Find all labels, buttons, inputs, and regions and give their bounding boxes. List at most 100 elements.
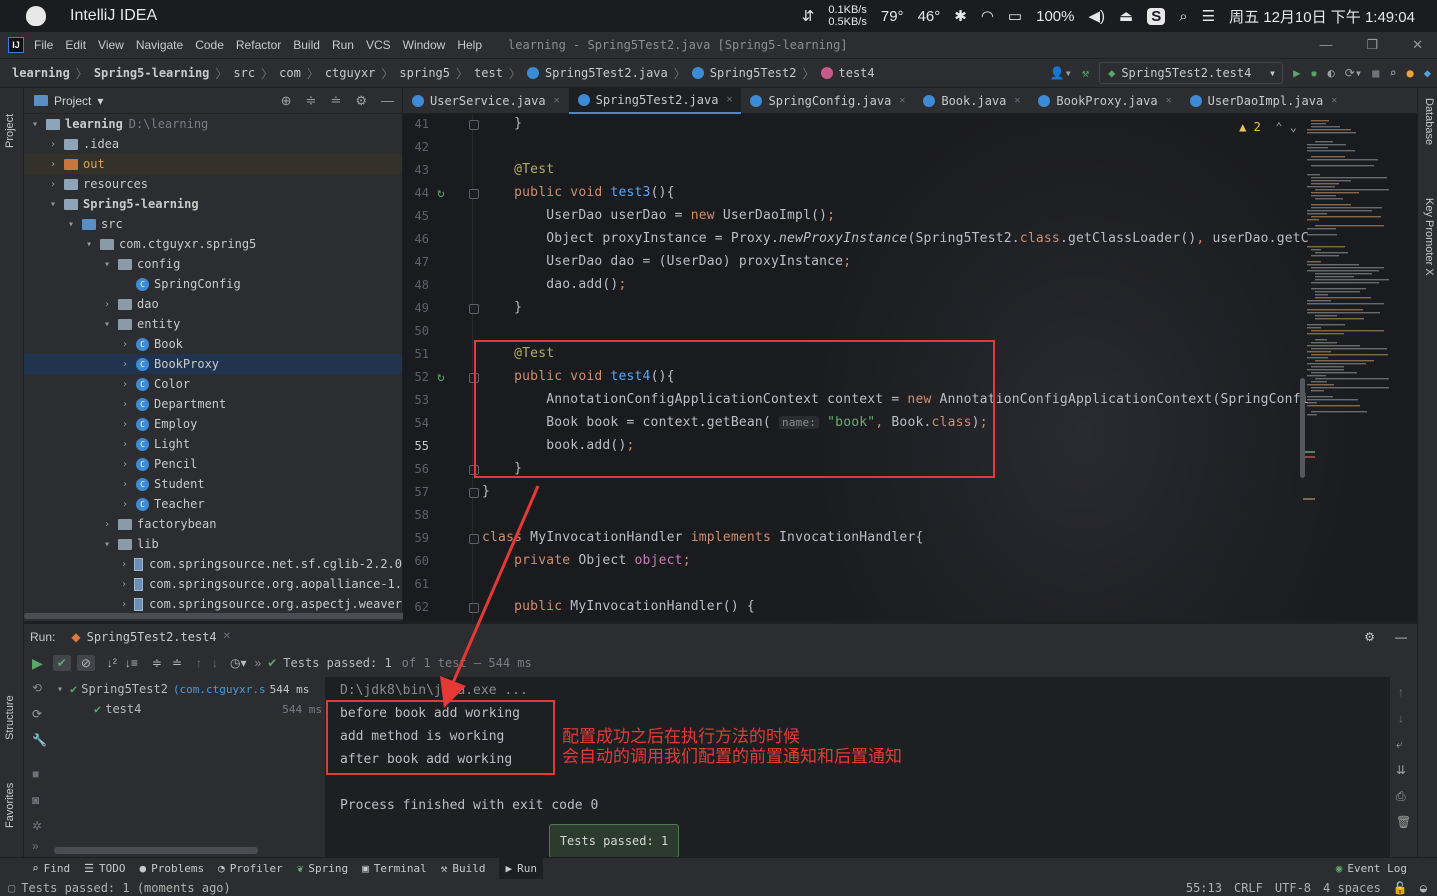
- expand-arrow-icon[interactable]: ▾: [48, 199, 58, 210]
- key-promoter-tool-tab[interactable]: Key Promoter X: [1423, 198, 1435, 276]
- test-class-row[interactable]: ▾ ✔ Spring5Test2 (com.ctguyxr.s 544 ms: [54, 679, 326, 699]
- tree-item-entity[interactable]: ▾ entity: [24, 314, 402, 334]
- input-icon[interactable]: ⇵: [802, 7, 815, 25]
- expand-arrow-icon[interactable]: ›: [120, 479, 130, 490]
- expand-arrow-icon[interactable]: ›: [120, 499, 130, 510]
- coverage-icon[interactable]: ◐: [1328, 66, 1335, 80]
- menu-help[interactable]: Help: [457, 38, 482, 52]
- breadcrumb-spring5[interactable]: spring5: [399, 66, 450, 80]
- tree-item-springconfig[interactable]: C SpringConfig: [24, 274, 402, 294]
- rerun-failed-icon[interactable]: ⟲: [32, 681, 42, 695]
- close-icon[interactable]: ✕: [1412, 37, 1423, 53]
- tab-springconfig[interactable]: SpringConfig.java ✕: [741, 88, 914, 114]
- tree-item-light[interactable]: › C Light: [24, 434, 402, 454]
- close-tab-icon[interactable]: ✕: [899, 95, 905, 106]
- minimize-icon[interactable]: —: [1319, 37, 1332, 53]
- menu-navigate[interactable]: Navigate: [136, 38, 183, 52]
- tab-bookproxy[interactable]: BookProxy.java ✕: [1029, 88, 1180, 114]
- profile-icon[interactable]: ⟳▾: [1345, 66, 1362, 80]
- tree-item-bookproxy[interactable]: › C BookProxy: [24, 354, 402, 374]
- tree-item-out[interactable]: › out: [24, 154, 402, 174]
- close-tab-icon[interactable]: ✕: [1331, 95, 1337, 106]
- expand-arrow-icon[interactable]: ▾: [30, 119, 40, 130]
- hide-icon[interactable]: —: [381, 93, 394, 109]
- close-tab-icon[interactable]: ✕: [554, 95, 560, 106]
- breadcrumb-learning[interactable]: learning: [12, 66, 70, 80]
- s-app-icon[interactable]: S: [1147, 7, 1166, 25]
- tree-item-src[interactable]: ▾ src: [24, 214, 402, 234]
- run-configuration-select[interactable]: ◆ Spring5Test2.test4 ▾: [1099, 62, 1284, 84]
- close-tab-icon[interactable]: ✕: [726, 94, 732, 105]
- fold-marker-icon[interactable]: [469, 189, 479, 199]
- tree-item-color[interactable]: › C Color: [24, 374, 402, 394]
- eject-icon[interactable]: ⏏: [1119, 7, 1133, 25]
- history-icon[interactable]: ◷▾: [230, 656, 247, 670]
- plugin-icon[interactable]: ◆: [1424, 66, 1431, 80]
- sort-alpha-icon[interactable]: ↓²: [107, 656, 117, 670]
- chevron-down-icon[interactable]: ▾: [54, 684, 66, 695]
- tab-book[interactable]: Book.java ✕: [914, 88, 1029, 114]
- tree-item-com-springsource-org-aspectj-weaver[interactable]: › com.springsource.org.aspectj.weaver: [24, 594, 402, 614]
- expand-arrow-icon[interactable]: ▾: [102, 259, 112, 270]
- test-method-row[interactable]: ✔ test4 544 ms: [54, 699, 326, 719]
- code-line-45[interactable]: UserDao userDao = new UserDaoImpl();: [482, 208, 835, 223]
- expand-arrow-icon[interactable]: ›: [120, 579, 128, 590]
- code-line-46[interactable]: Object proxyInstance = Proxy.newProxyIns…: [482, 231, 1309, 246]
- menu-window[interactable]: Window: [403, 38, 446, 52]
- file-encoding[interactable]: UTF-8: [1275, 881, 1311, 895]
- expand-arrow-icon[interactable]: ›: [102, 299, 112, 310]
- expand-all-icon[interactable]: ≑: [306, 93, 317, 109]
- tree-item-com-springsource-net-sf-cglib-2-2-0[interactable]: › com.springsource.net.sf.cglib-2.2.0: [24, 554, 402, 574]
- menu-view[interactable]: View: [98, 38, 124, 52]
- tree-item-dao[interactable]: › dao: [24, 294, 402, 314]
- breadcrumb-test[interactable]: test: [474, 66, 503, 80]
- indent-setting[interactable]: 4 spaces: [1323, 881, 1381, 895]
- editor-vertical-scrollbar[interactable]: [1300, 378, 1305, 478]
- display-icon[interactable]: ▭: [1008, 7, 1022, 25]
- wifi-icon[interactable]: ◠: [981, 7, 994, 25]
- tests-passed-toast[interactable]: Tests passed: 1: [549, 824, 679, 858]
- breadcrumb-com[interactable]: com: [279, 66, 301, 80]
- event-log-tool[interactable]: ◉ Event Log: [1336, 862, 1407, 875]
- control-center-icon[interactable]: ☰: [1202, 7, 1215, 25]
- next-failed-icon[interactable]: ↓: [212, 656, 218, 670]
- code-line-49[interactable]: }: [482, 300, 522, 315]
- scroll-to-end-icon[interactable]: ⇊: [1396, 763, 1406, 777]
- tree-item-config[interactable]: ▾ config: [24, 254, 402, 274]
- close-tab-icon[interactable]: ✕: [1014, 95, 1020, 106]
- run-icon[interactable]: ▶: [1293, 66, 1300, 80]
- expand-arrow-icon[interactable]: ▾: [84, 239, 94, 250]
- user-icon[interactable]: 👤▾: [1050, 66, 1072, 80]
- expand-arrow-icon[interactable]: ›: [120, 419, 130, 430]
- search-everywhere-icon[interactable]: ⌕: [1389, 66, 1396, 80]
- fold-marker-icon[interactable]: [469, 120, 479, 130]
- rerun-icon[interactable]: ▶: [32, 655, 43, 672]
- gear-icon[interactable]: ⚙: [1364, 630, 1375, 644]
- run-test-gutter-icon[interactable]: ↻: [437, 370, 451, 385]
- tree-item-employ[interactable]: › C Employ: [24, 414, 402, 434]
- sort-duration-icon[interactable]: ↓≡: [125, 656, 138, 670]
- toggle-panels-icon[interactable]: ▢: [8, 881, 15, 895]
- find-tool[interactable]: ⌕ Find: [32, 862, 70, 875]
- expand-arrow-icon[interactable]: ›: [120, 339, 130, 350]
- code-line-41[interactable]: }: [482, 116, 522, 131]
- lock-icon[interactable]: 🔓: [1393, 881, 1408, 895]
- tree-item-factorybean[interactable]: › factorybean: [24, 514, 402, 534]
- favorites-tool-tab[interactable]: Favorites: [4, 783, 16, 828]
- expand-arrow-icon[interactable]: ›: [48, 179, 58, 190]
- close-tab-icon[interactable]: ✕: [223, 631, 231, 642]
- run-test-gutter-icon[interactable]: ↻: [437, 186, 451, 201]
- code-line-43[interactable]: @Test: [482, 162, 554, 177]
- stop-icon[interactable]: ■: [1372, 66, 1379, 80]
- tree-item-student[interactable]: › C Student: [24, 474, 402, 494]
- expand-arrow-icon[interactable]: ›: [120, 459, 130, 470]
- close-tab-icon[interactable]: ✕: [1166, 95, 1172, 106]
- code-line-48[interactable]: dao.add();: [482, 277, 627, 292]
- code-line-47[interactable]: UserDao dao = (UserDao) proxyInstance;: [482, 254, 851, 269]
- tree-item-teacher[interactable]: › C Teacher: [24, 494, 402, 514]
- expand-arrow-icon[interactable]: ›: [120, 559, 128, 570]
- expand-arrow-icon[interactable]: ▾: [102, 539, 112, 550]
- show-ignored-icon[interactable]: ⊘: [76, 655, 95, 671]
- battery-status[interactable]: 100%: [1036, 8, 1074, 25]
- build-tool[interactable]: ⚒ Build: [441, 862, 486, 875]
